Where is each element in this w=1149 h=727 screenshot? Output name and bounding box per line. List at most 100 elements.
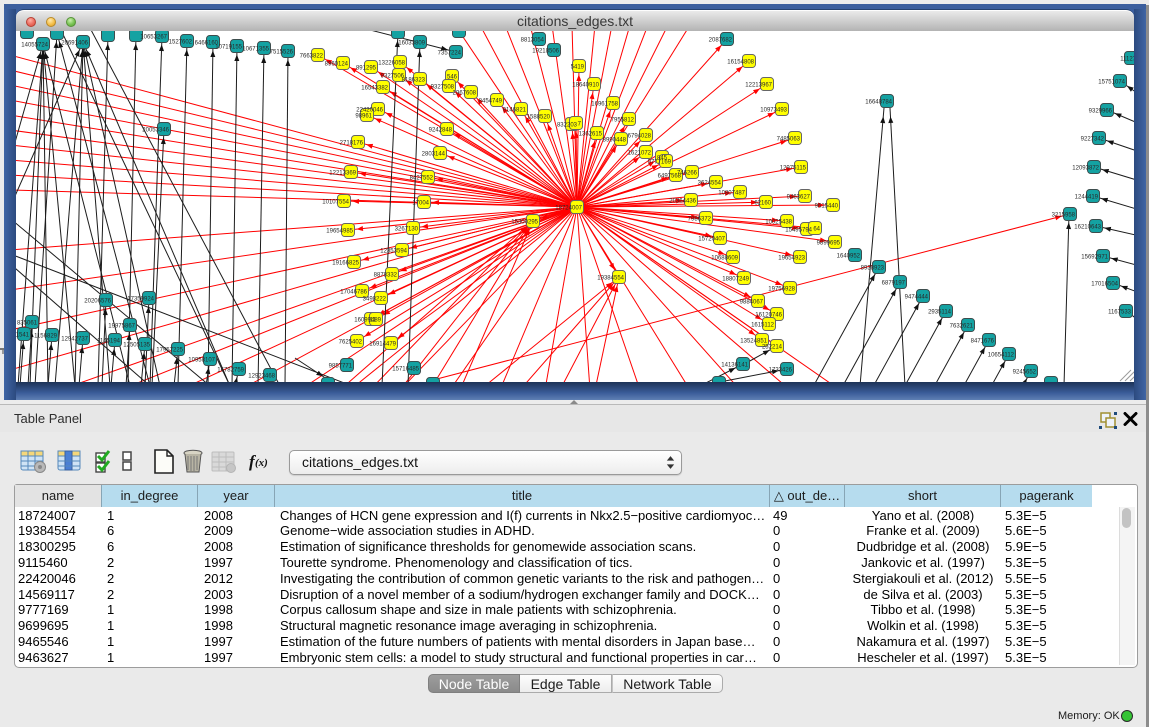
svg-text:9242848: 9242848 — [429, 128, 453, 134]
svg-text:3267130: 3267130 — [395, 227, 419, 233]
svg-text:19384554: 19384554 — [597, 276, 624, 282]
svg-text:1167533: 1167533 — [1108, 310, 1132, 316]
svg-text:1362615: 1362615 — [579, 132, 603, 138]
svg-text:7485063: 7485063 — [777, 137, 801, 143]
svg-text:9857771: 9857771 — [329, 364, 353, 370]
svg-text:3215958: 3215958 — [1052, 213, 1076, 219]
svg-text:12942737: 12942737 — [61, 337, 88, 343]
svg-text:16099489: 16099489 — [354, 318, 381, 324]
svg-text:(x): (x) — [255, 457, 268, 469]
svg-text:14055724: 14055724 — [21, 43, 48, 49]
svg-text:832203: 832203 — [557, 123, 578, 129]
svg-text:17957225: 17957225 — [156, 348, 183, 354]
svg-text:2935114: 2935114 — [928, 310, 952, 316]
svg-text:14136141: 14136141 — [721, 363, 748, 369]
svg-text:10025438: 10025438 — [765, 220, 792, 226]
svg-text:16154808: 16154808 — [727, 60, 754, 66]
svg-text:16120746: 16120746 — [755, 313, 782, 319]
svg-text:891295: 891295 — [356, 66, 377, 72]
svg-text:10653267: 10653267 — [140, 35, 167, 41]
svg-text:10973493: 10973493 — [760, 108, 787, 114]
svg-text:12505135: 12505135 — [123, 343, 150, 349]
svg-text:9615440: 9615440 — [815, 204, 839, 210]
svg-text:2087682: 2087682 — [709, 38, 733, 44]
svg-text:8454749: 8454749 — [479, 99, 503, 105]
svg-text:17016504: 17016504 — [1091, 282, 1118, 288]
svg-text:8186323: 8186323 — [402, 78, 426, 84]
svg-text:12093872: 12093872 — [1072, 166, 1099, 172]
svg-text:12923468: 12923468 — [248, 374, 275, 380]
svg-text:15300295: 15300295 — [511, 220, 538, 226]
svg-text:11127: 11127 — [1120, 57, 1134, 63]
svg-text:8878332: 8878332 — [374, 273, 398, 279]
svg-text:9884067: 9884067 — [740, 300, 764, 306]
svg-text:17004: 17004 — [412, 201, 429, 207]
svg-text:1615112: 1615112 — [751, 323, 775, 329]
svg-text:8938923: 8938923 — [861, 266, 885, 272]
svg-text:19218506: 19218506 — [532, 49, 559, 55]
svg-text:1244419: 1244419 — [1075, 195, 1099, 201]
svg-text:2967608: 2967608 — [453, 91, 477, 97]
svg-text:20364436: 20364436 — [669, 199, 696, 205]
svg-text:16648784: 16648784 — [865, 100, 892, 106]
svg-text:19654923: 19654923 — [778, 256, 805, 262]
svg-text:7515526: 7515526 — [270, 50, 294, 56]
svg-text:18807249: 18807249 — [722, 277, 749, 283]
svg-text:1588520: 1588520 — [527, 115, 551, 121]
svg-text:17046786: 17046786 — [340, 290, 367, 296]
svg-text:18640910: 18640910 — [572, 83, 599, 89]
svg-text:9463627: 9463627 — [787, 195, 811, 201]
svg-text:3498222: 3498222 — [363, 297, 387, 303]
svg-text:20206576: 20206576 — [84, 299, 111, 305]
svg-text:8960124: 8960124 — [325, 62, 349, 68]
svg-text:18724007: 18724007 — [555, 206, 582, 212]
svg-text:12213967: 12213967 — [745, 83, 772, 89]
svg-text:546: 546 — [447, 75, 458, 81]
svg-text:7955812: 7955812 — [611, 118, 635, 124]
svg-text:9899695: 9899695 — [817, 241, 841, 247]
svg-text:1145194: 1145194 — [97, 339, 121, 345]
svg-text:15716485: 15716485 — [392, 367, 419, 373]
svg-text:7625402: 7625402 — [339, 340, 363, 346]
svg-text:10807487: 10807487 — [718, 191, 745, 197]
svg-text:1527602: 1527602 — [169, 40, 193, 46]
svg-text:1156829: 1156829 — [34, 334, 58, 340]
svg-text:9245652: 9245652 — [1013, 370, 1037, 376]
svg-text:8427552: 8427552 — [410, 176, 434, 182]
svg-text:2718176: 2718176 — [340, 141, 364, 147]
svg-text:10719155: 10719155 — [215, 45, 242, 51]
svg-text:64: 64 — [813, 227, 820, 233]
svg-text:1640952: 1640952 — [837, 254, 861, 260]
svg-text:835061: 835061 — [17, 321, 38, 327]
svg-text:9327508: 9327508 — [431, 85, 455, 91]
svg-text:17359924: 17359924 — [127, 297, 154, 303]
svg-text:8813054: 8813054 — [521, 38, 545, 44]
svg-text:10107554: 10107554 — [322, 200, 349, 206]
svg-text:20691406: 20691406 — [61, 41, 88, 47]
svg-text:1733426: 1733426 — [769, 368, 793, 374]
svg-text:15751074: 15751074 — [1098, 80, 1125, 86]
svg-text:16033809: 16033809 — [398, 41, 425, 47]
svg-text:98961: 98961 — [355, 114, 372, 120]
svg-text:10688609: 10688609 — [711, 256, 738, 262]
svg-text:19975867: 19975867 — [108, 324, 135, 330]
svg-text:6879197: 6879197 — [882, 281, 906, 287]
svg-text:15495794: 15495794 — [785, 228, 812, 234]
svg-text:10958107: 10958107 — [188, 358, 215, 364]
svg-text:15720407: 15720407 — [698, 237, 725, 243]
svg-text:6497568: 6497568 — [658, 174, 682, 180]
svg-text:20053346: 20053346 — [142, 128, 169, 134]
svg-text:7632621: 7632621 — [950, 324, 974, 330]
svg-text:16782759: 16782759 — [217, 368, 244, 374]
svg-text:16961758: 16961758 — [591, 102, 618, 108]
svg-text:3624554: 3624554 — [698, 181, 722, 187]
svg-text:12975115: 12975115 — [780, 166, 807, 172]
svg-text:6794028: 6794028 — [628, 134, 652, 140]
svg-text:9329966: 9329966 — [1089, 109, 1113, 115]
svg-text:7357224: 7357224 — [438, 51, 462, 57]
svg-text:12213369: 12213369 — [329, 171, 356, 177]
svg-text:15692971: 15692971 — [1081, 255, 1108, 261]
svg-text:9146821: 9146821 — [503, 108, 527, 114]
svg-text:10654112: 10654112 — [988, 353, 1015, 359]
svg-text:252214: 252214 — [762, 345, 783, 351]
